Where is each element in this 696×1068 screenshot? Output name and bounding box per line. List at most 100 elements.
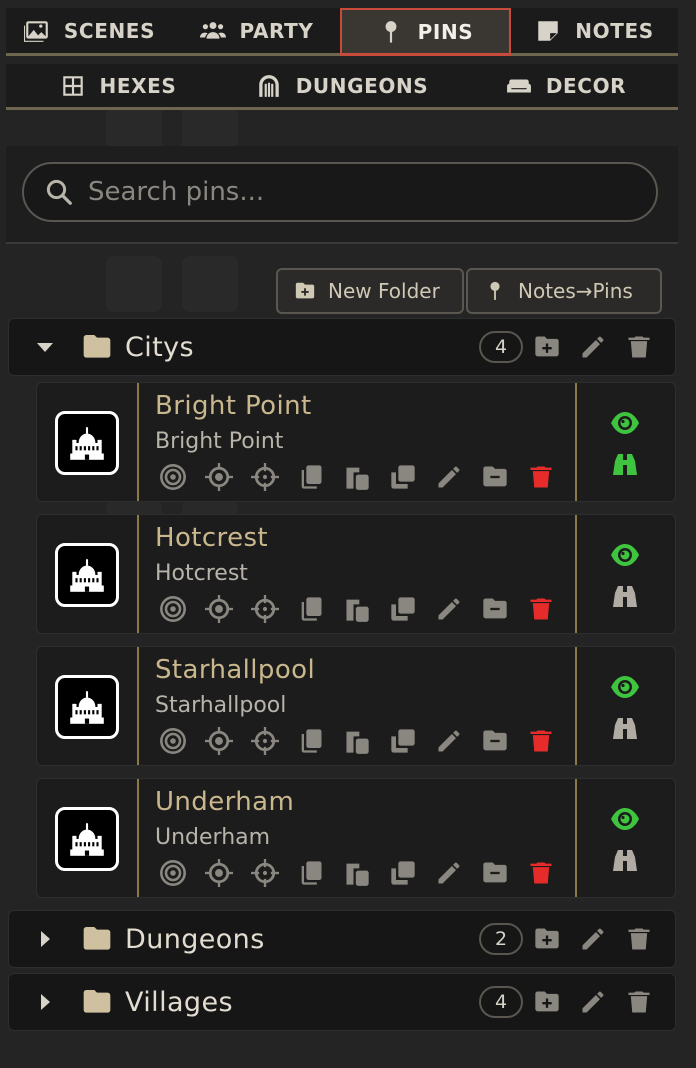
castle-icon: [70, 691, 104, 724]
target-icon[interactable]: [159, 859, 187, 887]
eye-icon[interactable]: [609, 673, 641, 701]
folder-minus-icon[interactable]: [481, 727, 509, 755]
eye-icon[interactable]: [609, 409, 641, 437]
pencil-icon[interactable]: [435, 463, 463, 491]
divider: [575, 383, 577, 501]
paste-icon[interactable]: [343, 859, 371, 887]
copy-icon[interactable]: [297, 463, 325, 491]
crosshair-icon[interactable]: [251, 859, 279, 887]
pin-thumbnail[interactable]: [55, 675, 119, 739]
binoculars-icon[interactable]: [611, 715, 639, 741]
pencil-icon[interactable]: [579, 988, 607, 1016]
pin-thumbnail[interactable]: [55, 543, 119, 607]
folder-minus-icon[interactable]: [481, 595, 509, 623]
target-icon[interactable]: [159, 463, 187, 491]
tab-dungeons-label: DUNGEONS: [295, 73, 429, 98]
trash-icon[interactable]: [527, 727, 555, 755]
pin-card[interactable]: Starhallpool Starhallpool: [36, 646, 676, 766]
tab-party[interactable]: PARTY: [173, 8, 340, 56]
binoculars-icon[interactable]: [611, 847, 639, 873]
pin-card[interactable]: Bright Point Bright Point: [36, 382, 676, 502]
pencil-icon[interactable]: [579, 925, 607, 953]
search-area: [6, 146, 678, 244]
pin-card[interactable]: Underham Underham: [36, 778, 676, 898]
pencil-icon[interactable]: [435, 727, 463, 755]
paste-icon[interactable]: [343, 727, 371, 755]
locate-icon[interactable]: [205, 859, 233, 887]
target-icon[interactable]: [159, 595, 187, 623]
map-pin-icon: [385, 20, 397, 43]
clone-icon[interactable]: [389, 727, 417, 755]
pin-thumbnail[interactable]: [55, 807, 119, 871]
copy-icon[interactable]: [297, 727, 325, 755]
copy-icon[interactable]: [297, 859, 325, 887]
notes-to-pins-label: Notes→Pins: [518, 279, 633, 303]
grid-icon: [62, 75, 83, 96]
divider: [137, 647, 139, 765]
tab-decor-label: DECOR: [545, 73, 627, 98]
new-folder-label: New Folder: [328, 279, 440, 303]
tab-decor[interactable]: DECOR: [454, 64, 678, 110]
folder-villages[interactable]: Villages 4: [8, 973, 676, 1031]
locate-icon[interactable]: [205, 727, 233, 755]
tab-scenes[interactable]: SCENES: [6, 8, 173, 56]
tab-hexes[interactable]: HEXES: [6, 64, 230, 110]
users-icon: [199, 21, 226, 39]
paste-icon[interactable]: [343, 463, 371, 491]
pin-subtitle: Underham: [155, 825, 271, 850]
trash-icon[interactable]: [527, 859, 555, 887]
tab-dungeons[interactable]: DUNGEONS: [230, 64, 454, 110]
paste-icon[interactable]: [343, 595, 371, 623]
tab-notes-label: NOTES: [575, 18, 654, 43]
sticky-note-icon: [538, 20, 559, 41]
clone-icon[interactable]: [389, 463, 417, 491]
tab-pins-label: PINS: [417, 19, 474, 44]
pin-toolbar: [159, 727, 555, 755]
notes-to-pins-button[interactable]: Notes→Pins: [466, 268, 662, 314]
tab-notes[interactable]: NOTES: [511, 8, 678, 56]
clone-icon[interactable]: [389, 859, 417, 887]
trash-icon[interactable]: [625, 988, 653, 1016]
new-folder-button[interactable]: New Folder: [276, 268, 464, 314]
trash-icon[interactable]: [625, 333, 653, 361]
caret-right-icon[interactable]: [35, 992, 55, 1012]
locate-icon[interactable]: [205, 463, 233, 491]
couch-icon: [506, 79, 531, 92]
crosshair-icon[interactable]: [251, 727, 279, 755]
locate-icon[interactable]: [205, 595, 233, 623]
pencil-icon[interactable]: [579, 333, 607, 361]
folder-name: Villages: [125, 986, 233, 1018]
folder-count-badge: 4: [479, 986, 523, 1018]
folder-citys[interactable]: Citys 4: [8, 318, 676, 376]
trash-icon[interactable]: [527, 595, 555, 623]
crosshair-icon[interactable]: [251, 463, 279, 491]
pencil-icon[interactable]: [435, 859, 463, 887]
pin-card[interactable]: Hotcrest Hotcrest: [36, 514, 676, 634]
trash-icon[interactable]: [625, 925, 653, 953]
folder-plus-icon[interactable]: [533, 925, 561, 953]
search-input[interactable]: [86, 176, 610, 208]
binoculars-icon[interactable]: [611, 583, 639, 609]
folder-minus-icon[interactable]: [481, 859, 509, 887]
copy-icon[interactable]: [297, 595, 325, 623]
castle-icon: [70, 427, 104, 460]
folder-minus-icon[interactable]: [481, 463, 509, 491]
caret-right-icon[interactable]: [35, 929, 55, 949]
binoculars-icon[interactable]: [611, 451, 639, 477]
folder-plus-icon[interactable]: [533, 333, 561, 361]
pencil-icon[interactable]: [435, 595, 463, 623]
eye-icon[interactable]: [609, 541, 641, 569]
pin-thumbnail[interactable]: [55, 411, 119, 475]
clone-icon[interactable]: [389, 595, 417, 623]
image-icon: [23, 20, 48, 42]
trash-icon[interactable]: [527, 463, 555, 491]
folder-dungeons[interactable]: Dungeons 2: [8, 910, 676, 968]
caret-down-icon[interactable]: [35, 337, 55, 357]
eye-icon[interactable]: [609, 805, 641, 833]
divider: [575, 515, 577, 633]
tab-scenes-label: SCENES: [63, 18, 156, 43]
crosshair-icon[interactable]: [251, 595, 279, 623]
tab-pins[interactable]: PINS: [340, 8, 511, 56]
target-icon[interactable]: [159, 727, 187, 755]
folder-plus-icon[interactable]: [533, 988, 561, 1016]
